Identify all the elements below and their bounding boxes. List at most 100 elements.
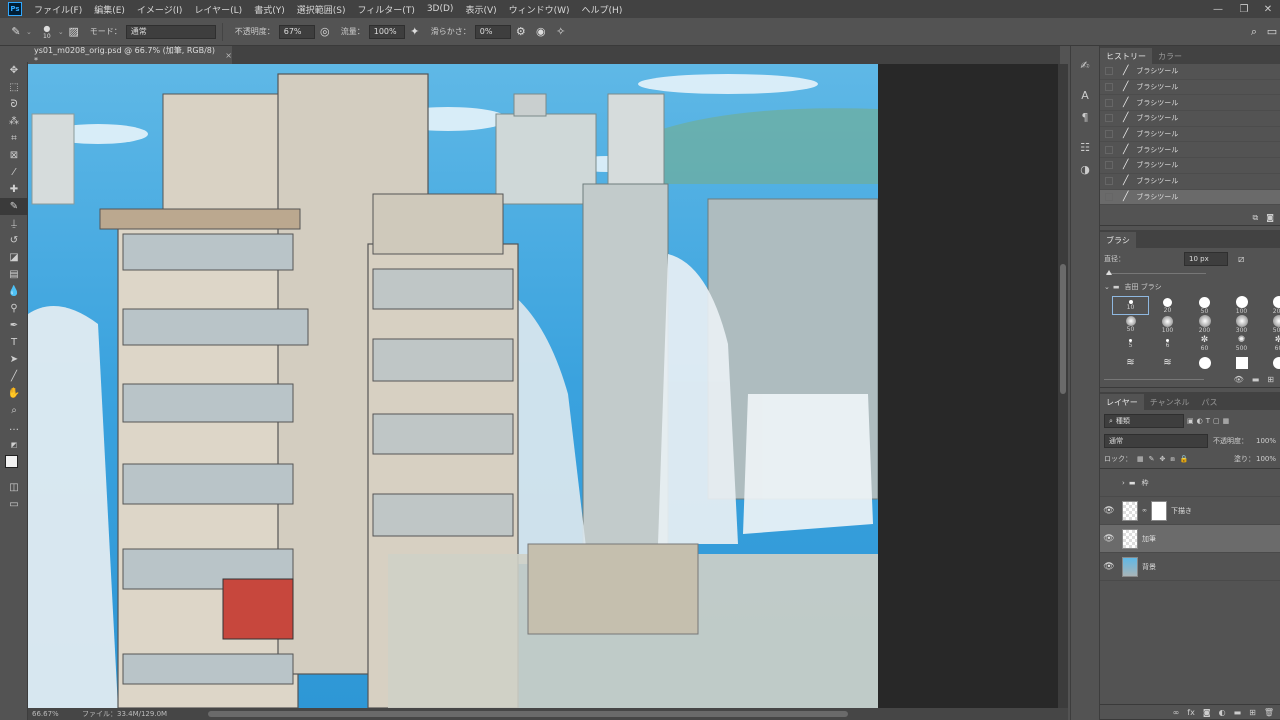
brush-preset[interactable] (1260, 353, 1280, 372)
history-checkbox[interactable] (1105, 67, 1113, 76)
tab-history[interactable]: ヒストリー (1100, 48, 1152, 64)
history-checkbox[interactable] (1105, 145, 1113, 154)
history-item[interactable]: ╱ ブラシツール (1100, 80, 1280, 96)
pen-tool-icon[interactable]: ✒ (0, 317, 28, 334)
filter-adjustment-icon[interactable]: ◐ (1197, 417, 1203, 425)
foreground-color-swatch[interactable] (5, 455, 18, 468)
brush-size-picker[interactable]: ● 10 (36, 22, 58, 42)
adjustments-icon[interactable]: ◑ (1071, 158, 1099, 180)
menu-image[interactable]: イメージ(I) (131, 3, 189, 16)
brush-preset[interactable]: 500 (1260, 315, 1280, 334)
menu-help[interactable]: ヘルプ(H) (576, 3, 629, 16)
layer-filter-select[interactable]: ⌕ 種類 (1104, 414, 1184, 428)
delete-layer-icon[interactable]: 🗑 (1264, 708, 1274, 717)
gear-icon[interactable]: ⚙ (511, 22, 531, 42)
tab-paths[interactable]: パス (1196, 394, 1224, 410)
brush-preset[interactable]: 50 (1112, 315, 1149, 334)
healing-brush-tool-icon[interactable]: ✚ (0, 181, 28, 198)
eraser-tool-icon[interactable]: ◪ (0, 249, 28, 266)
eyedropper-tool-icon[interactable]: ⁄ (0, 164, 28, 181)
marquee-tool-icon[interactable]: ⬚ (0, 79, 28, 96)
link-icon[interactable]: ∞ (1142, 507, 1147, 514)
chevron-down-icon[interactable]: ⌄ (1104, 283, 1110, 291)
document-tab[interactable]: ys01_m0208_orig.psd @ 66.7% (加筆, RGB/8) … (28, 46, 232, 65)
lasso-tool-icon[interactable]: ᘐ (0, 96, 28, 113)
tab-layers[interactable]: レイヤー (1100, 394, 1144, 410)
brush-preset[interactable] (1186, 353, 1223, 372)
brush-preset[interactable]: ≋ (1149, 353, 1186, 372)
brush-tool-preset-icon[interactable]: ✎ (6, 22, 26, 42)
flip-brush-icon[interactable]: ⧄ (1238, 254, 1244, 265)
lock-position-icon[interactable]: ✥ (1160, 455, 1166, 463)
new-group-folder-icon[interactable]: ▬ (1252, 375, 1260, 384)
brush-preset[interactable]: 10 (1112, 296, 1149, 315)
paragraph-icon[interactable]: ¶ (1071, 106, 1099, 128)
layer-opacity-value[interactable]: 100% (1256, 437, 1276, 445)
zoom-level[interactable]: 66.67% (32, 710, 72, 718)
tab-brushes[interactable]: ブラシ (1100, 232, 1136, 248)
history-item[interactable]: ╱ ブラシツール (1100, 174, 1280, 190)
crop-tool-icon[interactable]: ⌗ (0, 130, 28, 147)
brush-preset[interactable]: 6 (1149, 334, 1186, 353)
menu-3d[interactable]: 3D(D) (421, 4, 460, 14)
history-item[interactable]: ╱ ブラシツール (1100, 142, 1280, 159)
character-icon[interactable]: A (1071, 84, 1099, 106)
layer-row-sketch[interactable]: 👁 ∞ 下描き (1100, 497, 1280, 525)
history-item[interactable]: ╱ ブラシツール (1100, 189, 1280, 206)
filter-smart-icon[interactable]: ▦ (1223, 417, 1230, 425)
lock-artboard-icon[interactable]: ⧈ (1170, 455, 1174, 464)
new-group-icon[interactable]: ▬ (1234, 708, 1242, 717)
dodge-tool-icon[interactable]: ⚲ (0, 300, 28, 317)
pressure-size-icon[interactable]: ◉ (531, 22, 551, 42)
color-swatches[interactable] (0, 453, 27, 479)
new-document-from-state-icon[interactable]: ⧉ (1253, 213, 1259, 223)
more-tools-icon[interactable]: … (0, 419, 28, 436)
brush-preset[interactable] (1223, 353, 1260, 372)
blend-mode-select[interactable]: 通常 (1104, 434, 1208, 448)
brush-group-row[interactable]: ⌄ ▬ 吉田 ブラシ (1100, 278, 1280, 296)
clone-stamp-tool-icon[interactable]: ⍊ (0, 215, 28, 232)
blur-tool-icon[interactable]: 💧 (0, 283, 28, 300)
filter-pixel-icon[interactable]: ▣ (1187, 417, 1194, 425)
menu-select[interactable]: 選択範囲(S) (291, 3, 352, 16)
quick-mask-icon[interactable]: ◫ (0, 479, 28, 496)
lock-transparency-icon[interactable]: ▦ (1137, 455, 1144, 463)
diameter-field[interactable]: 10 px (1184, 252, 1228, 266)
search-icon[interactable]: ⌕ (1244, 22, 1264, 42)
canvas-area[interactable] (28, 64, 1058, 708)
brush-preset[interactable]: 5 (1112, 334, 1149, 353)
mode-select[interactable]: 通常 (125, 24, 216, 39)
artwork-canvas[interactable] (28, 64, 878, 708)
frame-tool-icon[interactable]: ⊠ (0, 147, 28, 164)
history-item[interactable]: ╱ ブラシツール (1100, 64, 1280, 80)
adjustment-layer-icon[interactable]: ◐ (1219, 708, 1226, 717)
menu-filter[interactable]: フィルター(T) (351, 3, 420, 16)
menu-file[interactable]: ファイル(F) (28, 3, 88, 16)
filter-shape-icon[interactable]: ▢ (1213, 417, 1220, 425)
diameter-slider[interactable] (1100, 270, 1280, 278)
tool-preset-chevron-icon[interactable]: ⌄ (26, 28, 32, 36)
filter-type-icon[interactable]: T (1206, 417, 1210, 425)
new-brush-icon[interactable]: ⊞ (1267, 375, 1274, 384)
history-brush-tool-icon[interactable]: ↺ (0, 232, 28, 249)
path-select-tool-icon[interactable]: ➤ (0, 351, 28, 368)
history-checkbox[interactable] (1105, 98, 1113, 107)
history-item[interactable]: ╱ ブラシツール (1100, 111, 1280, 127)
menu-layer[interactable]: レイヤー(L) (188, 3, 248, 16)
pressure-opacity-icon[interactable]: ◎ (315, 22, 335, 42)
zoom-tool-icon[interactable]: ⌕ (0, 402, 28, 419)
history-checkbox[interactable] (1105, 161, 1113, 170)
menu-view[interactable]: 表示(V) (459, 3, 502, 16)
brush-preset[interactable]: 300 (1223, 315, 1260, 334)
properties-icon[interactable]: ☷ (1071, 136, 1099, 158)
fx-icon[interactable]: fx (1187, 708, 1195, 717)
brush-settings-panel-icon[interactable]: ▨ (64, 22, 84, 42)
smoothing-field[interactable]: 0% (474, 24, 511, 39)
close-icon[interactable]: ✕ (1256, 0, 1280, 18)
layer-row-overpaint[interactable]: 👁 加筆 (1100, 525, 1280, 553)
move-tool-icon[interactable]: ✥ (0, 62, 28, 79)
add-mask-icon[interactable]: ◙ (1203, 708, 1211, 717)
history-item[interactable]: ╱ ブラシツール (1100, 95, 1280, 112)
history-checkbox[interactable] (1105, 177, 1113, 186)
history-checkbox[interactable] (1105, 114, 1113, 123)
